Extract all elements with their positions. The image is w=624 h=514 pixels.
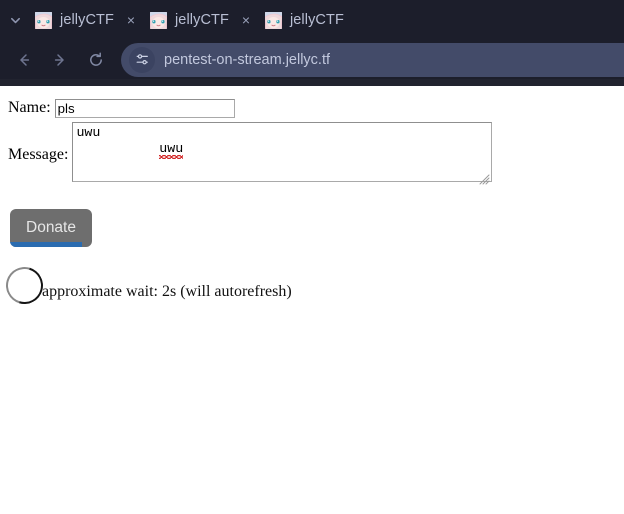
message-field-row: Message: uwu: [0, 122, 624, 187]
site-settings-sliders-icon[interactable]: [129, 46, 155, 73]
message-textarea[interactable]: [72, 122, 493, 182]
message-label: Message:: [8, 145, 69, 163]
wait-status-text: approximate wait: 2s (will autorefresh): [42, 283, 292, 300]
donate-form: Name: Message: uwu Donate: [0, 86, 624, 247]
donate-button-label: Donate: [26, 219, 76, 236]
name-input[interactable]: [54, 98, 235, 118]
address-bar[interactable]: pentest-on-stream.jellyc.tf: [121, 42, 624, 77]
forward-arrow-icon[interactable]: [42, 43, 78, 77]
page-content: Name: Message: uwu Donate: [0, 86, 624, 514]
donate-button-wrapper: Donate: [10, 209, 92, 247]
donate-button[interactable]: Donate: [10, 209, 92, 247]
tab-list-chevron-icon[interactable]: [0, 0, 30, 40]
browser-tab[interactable]: jellyCTF: [263, 0, 344, 40]
loading-spinner-icon: [0, 260, 50, 311]
name-label: Name:: [8, 99, 51, 116]
tab-close-icon[interactable]: ×: [229, 0, 263, 40]
reload-icon[interactable]: [78, 43, 114, 77]
browser-tab[interactable]: jellyCTF: [148, 0, 229, 40]
address-bar-url-text: pentest-on-stream.jellyc.tf: [164, 51, 331, 68]
browser-tab-title: jellyCTF: [60, 12, 114, 28]
browser-tab[interactable]: jellyCTF: [30, 0, 114, 40]
browser-chrome: jellyCTF × jellyCTF × jellyCTF pentest-o…: [0, 0, 624, 86]
browser-tab-title: jellyCTF: [174, 12, 229, 28]
name-field-row: Name:: [0, 94, 624, 122]
jellyctf-anime-face-favicon-icon: [35, 11, 52, 29]
jellyctf-anime-face-favicon-icon: [264, 11, 282, 29]
navigation-bar: pentest-on-stream.jellyc.tf: [0, 40, 624, 79]
jellyctf-anime-face-favicon-icon: [149, 11, 167, 29]
back-arrow-icon[interactable]: [6, 43, 42, 77]
tab-strip: jellyCTF × jellyCTF × jellyCTF: [0, 0, 624, 40]
chrome-bottom-divider: [0, 79, 624, 86]
donate-progress-bar: [10, 242, 83, 247]
browser-tab-title: jellyCTF: [289, 12, 344, 28]
message-textarea-wrapper: uwu: [72, 122, 493, 187]
status-row: approximate wait: 2s (will autorefresh): [0, 260, 624, 311]
tab-close-icon[interactable]: ×: [114, 0, 148, 40]
